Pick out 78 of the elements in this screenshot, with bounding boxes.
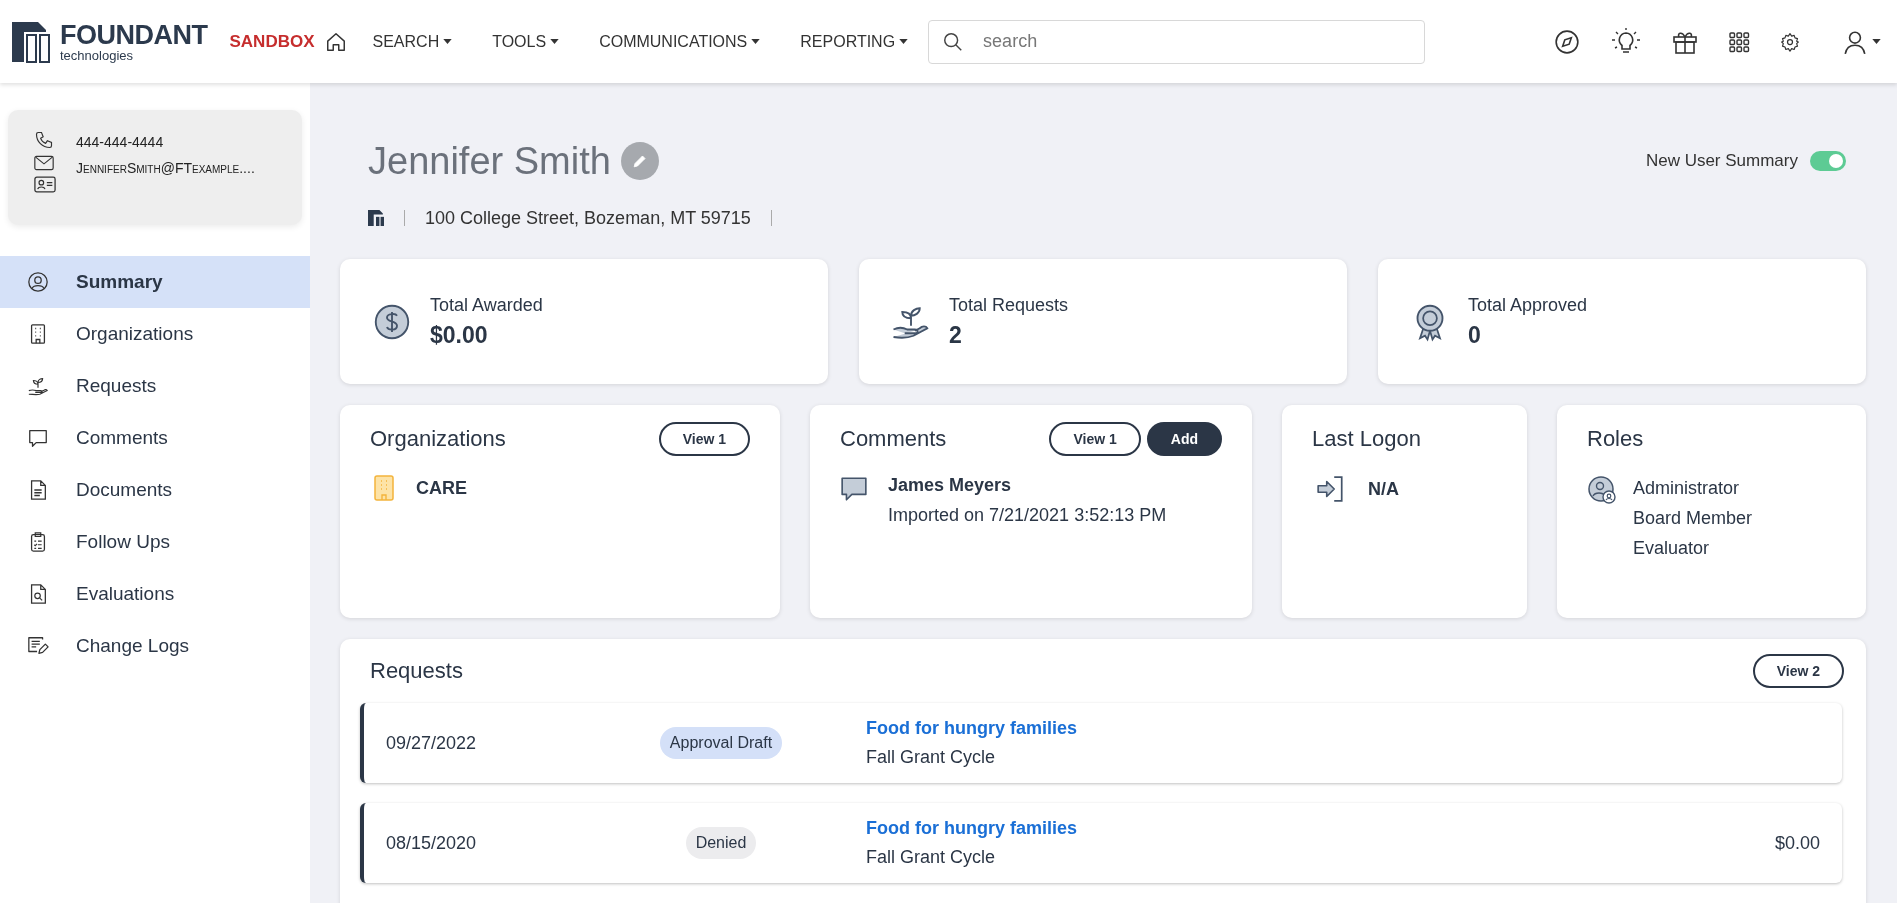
caret-icon <box>443 39 453 44</box>
address: 100 College Street, Bozeman, MT 59715 <box>425 207 751 229</box>
caret-icon <box>751 39 761 44</box>
request-row[interactable]: 08/15/2020 Denied Food for hungry families Fall Grant Cycle $0.00 <box>360 803 1842 883</box>
request-title-link[interactable]: Food for hungry families <box>866 818 1077 839</box>
user-badge-icon <box>1587 475 1617 505</box>
role-name: Administrator <box>1633 478 1741 499</box>
id-card-icon <box>34 176 56 193</box>
card-title: Organizations <box>370 426 506 452</box>
logo-tagline: technologies <box>60 48 134 63</box>
nav-menu[interactable]: COMMUNICATIONS <box>599 32 761 51</box>
home-icon[interactable] <box>324 30 347 53</box>
sidebar-item[interactable]: Organizations <box>0 308 310 360</box>
speech-bubble-icon <box>840 475 868 503</box>
compass-icon[interactable] <box>1554 28 1580 55</box>
caret-icon <box>899 39 909 44</box>
sidebar-item[interactable]: Comments <box>0 412 310 464</box>
logo-icon <box>368 210 384 226</box>
phone-icon <box>34 130 54 150</box>
search-icon <box>942 30 965 53</box>
user-circle-icon <box>27 271 49 293</box>
role-name: Evaluator <box>1633 538 1711 559</box>
mail-icon <box>34 155 54 171</box>
sidebar-item[interactable]: Follow Ups <box>0 516 310 568</box>
sign-in-icon <box>1316 475 1346 503</box>
stat-label: Total Awarded <box>430 294 543 316</box>
request-row[interactable]: 09/27/2022 Approval Draft Food for hungry families Fall Grant Cycle <box>360 703 1842 783</box>
card-title: Last Logon <box>1312 426 1421 452</box>
sidebar-item[interactable]: Requests <box>0 360 310 412</box>
email-address: JenniferSmith@FTexample.... <box>76 160 255 176</box>
view-button[interactable]: View 1 <box>1049 422 1141 456</box>
last-logon-value: N/A <box>1368 478 1399 500</box>
stat-label: Total Requests <box>949 294 1069 316</box>
request-amount: $0.00 <box>1774 832 1820 854</box>
request-title-link[interactable]: Food for hungry families <box>866 718 1077 739</box>
sidebar-item[interactable]: Change Logs <box>0 620 310 672</box>
status-badge: Denied <box>685 827 757 859</box>
stat-value: 0 <box>1468 321 1482 349</box>
comment-author: James Meyers <box>888 475 1013 496</box>
seedling-hand-icon <box>27 375 49 397</box>
comment-detail: Imported on 7/21/2021 3:52:13 PM <box>888 505 1167 526</box>
stat-value: $0.00 <box>430 321 489 349</box>
user-name: Jennifer Smith <box>368 139 611 183</box>
sidebar-item[interactable]: Documents <box>0 464 310 516</box>
caret-icon <box>550 39 560 44</box>
grant-cycle: Fall Grant Cycle <box>866 747 997 768</box>
view-button[interactable]: View 2 <box>1752 654 1844 688</box>
sidebar-item[interactable]: Summary <box>0 256 310 308</box>
building-icon <box>374 475 394 501</box>
apps-grid-icon[interactable] <box>1728 30 1750 53</box>
environment-label: SANDBOX <box>229 31 315 52</box>
toggle-switch[interactable] <box>1810 151 1846 171</box>
logo[interactable]: FOUNDANT technologies <box>10 19 208 64</box>
logo-name: FOUNDANT <box>60 20 208 49</box>
card-title: Requests <box>370 658 463 684</box>
card-title: Comments <box>840 426 947 452</box>
settings-icon[interactable] <box>1780 31 1800 52</box>
nav-menu[interactable]: REPORTING <box>800 32 909 51</box>
role-name: Board Member <box>1633 508 1753 529</box>
stat-label: Total Approved <box>1468 294 1588 316</box>
add-button[interactable]: Add <box>1146 422 1222 456</box>
sidebar-item[interactable]: Evaluations <box>0 568 310 620</box>
view-button[interactable]: View 1 <box>658 422 750 456</box>
request-date: 08/15/2020 <box>386 832 478 854</box>
toggle-label: New User Summary <box>1645 151 1798 171</box>
speech-bubble-icon <box>27 427 49 449</box>
caret-icon[interactable] <box>1872 39 1881 44</box>
nav-menu[interactable]: TOOLS <box>492 32 560 51</box>
search-field[interactable]: search <box>928 19 1426 64</box>
card-title: Roles <box>1587 426 1644 452</box>
phone-number: 444-444-4444 <box>76 134 165 150</box>
request-date: 09/27/2022 <box>386 732 478 754</box>
edit-list-icon <box>27 635 49 657</box>
status-badge: Approval Draft <box>659 727 783 759</box>
stat-value: 2 <box>949 321 963 349</box>
grant-cycle: Fall Grant Cycle <box>866 847 997 868</box>
nav-menu[interactable]: SEARCH <box>372 32 453 51</box>
organization-name[interactable]: CARE <box>416 477 467 499</box>
